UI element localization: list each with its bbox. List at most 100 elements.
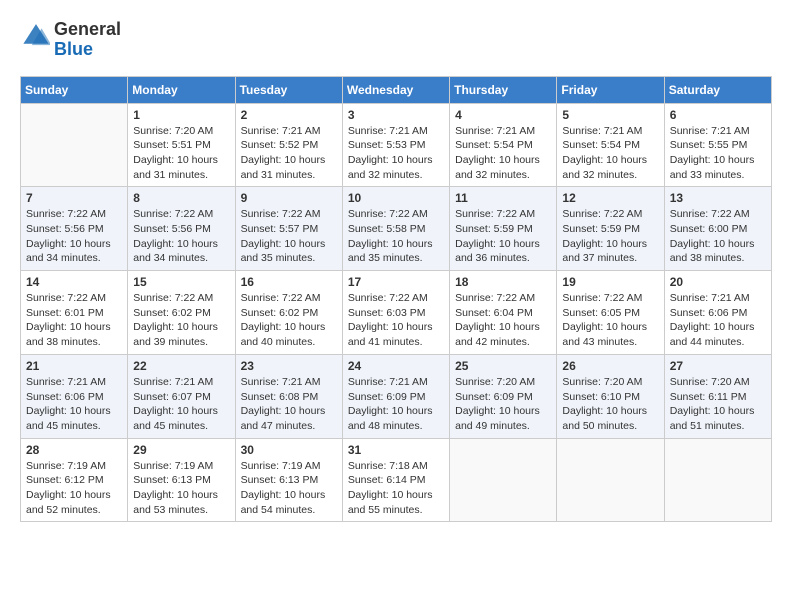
day-info: Sunrise: 7:22 AMSunset: 6:01 PMDaylight:… <box>26 291 122 350</box>
col-header-saturday: Saturday <box>664 76 771 103</box>
calendar-cell: 21 Sunrise: 7:21 AMSunset: 6:06 PMDayligh… <box>21 354 128 438</box>
day-number: 18 <box>455 275 551 289</box>
col-header-wednesday: Wednesday <box>342 76 449 103</box>
logo: General Blue <box>20 20 121 60</box>
day-info: Sunrise: 7:22 AMSunset: 5:57 PMDaylight:… <box>241 207 337 266</box>
day-info: Sunrise: 7:22 AMSunset: 6:04 PMDaylight:… <box>455 291 551 350</box>
calendar-cell: 24 Sunrise: 7:21 AMSunset: 6:09 PMDayligh… <box>342 354 449 438</box>
calendar-cell: 8 Sunrise: 7:22 AMSunset: 5:56 PMDaylight… <box>128 187 235 271</box>
calendar-cell: 28 Sunrise: 7:19 AMSunset: 6:12 PMDayligh… <box>21 438 128 522</box>
day-info: Sunrise: 7:21 AMSunset: 6:06 PMDaylight:… <box>26 375 122 434</box>
day-info: Sunrise: 7:21 AMSunset: 5:55 PMDaylight:… <box>670 124 766 183</box>
day-number: 15 <box>133 275 229 289</box>
day-number: 10 <box>348 191 444 205</box>
day-number: 20 <box>670 275 766 289</box>
calendar-cell: 5 Sunrise: 7:21 AMSunset: 5:54 PMDaylight… <box>557 103 664 187</box>
day-info: Sunrise: 7:22 AMSunset: 5:56 PMDaylight:… <box>133 207 229 266</box>
day-number: 26 <box>562 359 658 373</box>
day-number: 23 <box>241 359 337 373</box>
day-number: 17 <box>348 275 444 289</box>
day-number: 8 <box>133 191 229 205</box>
day-number: 2 <box>241 108 337 122</box>
day-number: 11 <box>455 191 551 205</box>
day-number: 13 <box>670 191 766 205</box>
day-info: Sunrise: 7:19 AMSunset: 6:12 PMDaylight:… <box>26 459 122 518</box>
calendar-cell: 4 Sunrise: 7:21 AMSunset: 5:54 PMDaylight… <box>450 103 557 187</box>
calendar-cell: 31 Sunrise: 7:18 AMSunset: 6:14 PMDayligh… <box>342 438 449 522</box>
calendar-cell <box>664 438 771 522</box>
calendar-cell: 17 Sunrise: 7:22 AMSunset: 6:03 PMDayligh… <box>342 271 449 355</box>
col-header-thursday: Thursday <box>450 76 557 103</box>
day-info: Sunrise: 7:21 AMSunset: 5:52 PMDaylight:… <box>241 124 337 183</box>
calendar-cell: 22 Sunrise: 7:21 AMSunset: 6:07 PMDayligh… <box>128 354 235 438</box>
calendar-cell: 10 Sunrise: 7:22 AMSunset: 5:58 PMDayligh… <box>342 187 449 271</box>
col-header-monday: Monday <box>128 76 235 103</box>
calendar-cell: 7 Sunrise: 7:22 AMSunset: 5:56 PMDaylight… <box>21 187 128 271</box>
calendar-cell: 18 Sunrise: 7:22 AMSunset: 6:04 PMDayligh… <box>450 271 557 355</box>
day-number: 31 <box>348 443 444 457</box>
day-number: 3 <box>348 108 444 122</box>
day-info: Sunrise: 7:21 AMSunset: 5:54 PMDaylight:… <box>455 124 551 183</box>
col-header-sunday: Sunday <box>21 76 128 103</box>
calendar-cell: 27 Sunrise: 7:20 AMSunset: 6:11 PMDayligh… <box>664 354 771 438</box>
day-info: Sunrise: 7:22 AMSunset: 5:59 PMDaylight:… <box>455 207 551 266</box>
calendar-cell: 20Sunrise: 7:21 AMSunset: 6:06 PMDayligh… <box>664 271 771 355</box>
day-number: 30 <box>241 443 337 457</box>
calendar-cell: 30 Sunrise: 7:19 AMSunset: 6:13 PMDayligh… <box>235 438 342 522</box>
day-number: 22 <box>133 359 229 373</box>
day-info: Sunrise: 7:20 AMSunset: 6:10 PMDaylight:… <box>562 375 658 434</box>
day-number: 9 <box>241 191 337 205</box>
calendar-cell: 2 Sunrise: 7:21 AMSunset: 5:52 PMDaylight… <box>235 103 342 187</box>
day-number: 4 <box>455 108 551 122</box>
calendar-cell: 12 Sunrise: 7:22 AMSunset: 5:59 PMDayligh… <box>557 187 664 271</box>
calendar-cell: 14Sunrise: 7:22 AMSunset: 6:01 PMDayligh… <box>21 271 128 355</box>
day-number: 25 <box>455 359 551 373</box>
day-info: Sunrise: 7:20 AMSunset: 6:09 PMDaylight:… <box>455 375 551 434</box>
day-info: Sunrise: 7:22 AMSunset: 6:00 PMDaylight:… <box>670 207 766 266</box>
calendar-cell: 25 Sunrise: 7:20 AMSunset: 6:09 PMDayligh… <box>450 354 557 438</box>
calendar-cell: 26 Sunrise: 7:20 AMSunset: 6:10 PMDayligh… <box>557 354 664 438</box>
page-header: General Blue <box>20 20 772 60</box>
day-number: 28 <box>26 443 122 457</box>
day-info: Sunrise: 7:21 AMSunset: 6:09 PMDaylight:… <box>348 375 444 434</box>
day-number: 16 <box>241 275 337 289</box>
day-info: Sunrise: 7:22 AMSunset: 6:05 PMDaylight:… <box>562 291 658 350</box>
day-info: Sunrise: 7:22 AMSunset: 6:03 PMDaylight:… <box>348 291 444 350</box>
day-number: 27 <box>670 359 766 373</box>
day-info: Sunrise: 7:19 AMSunset: 6:13 PMDaylight:… <box>133 459 229 518</box>
calendar-cell: 3Sunrise: 7:21 AMSunset: 5:53 PMDaylight… <box>342 103 449 187</box>
calendar-cell: 16 Sunrise: 7:22 AMSunset: 6:02 PMDayligh… <box>235 271 342 355</box>
calendar-cell: 1 Sunrise: 7:20 AMSunset: 5:51 PMDaylight… <box>128 103 235 187</box>
calendar-cell: 6Sunrise: 7:21 AMSunset: 5:55 PMDaylight… <box>664 103 771 187</box>
day-number: 19 <box>562 275 658 289</box>
calendar-cell <box>450 438 557 522</box>
day-info: Sunrise: 7:21 AMSunset: 5:54 PMDaylight:… <box>562 124 658 183</box>
day-info: Sunrise: 7:22 AMSunset: 6:02 PMDaylight:… <box>133 291 229 350</box>
day-number: 7 <box>26 191 122 205</box>
day-number: 1 <box>133 108 229 122</box>
day-info: Sunrise: 7:18 AMSunset: 6:14 PMDaylight:… <box>348 459 444 518</box>
logo-general: General <box>54 20 121 40</box>
col-header-friday: Friday <box>557 76 664 103</box>
day-info: Sunrise: 7:21 AMSunset: 6:07 PMDaylight:… <box>133 375 229 434</box>
day-number: 21 <box>26 359 122 373</box>
day-info: Sunrise: 7:21 AMSunset: 6:08 PMDaylight:… <box>241 375 337 434</box>
calendar-cell: 9 Sunrise: 7:22 AMSunset: 5:57 PMDaylight… <box>235 187 342 271</box>
day-info: Sunrise: 7:22 AMSunset: 5:59 PMDaylight:… <box>562 207 658 266</box>
calendar-cell: 11 Sunrise: 7:22 AMSunset: 5:59 PMDayligh… <box>450 187 557 271</box>
calendar-cell <box>557 438 664 522</box>
day-info: Sunrise: 7:22 AMSunset: 5:58 PMDaylight:… <box>348 207 444 266</box>
calendar-cell: 13 Sunrise: 7:22 AMSunset: 6:00 PMDayligh… <box>664 187 771 271</box>
day-number: 29 <box>133 443 229 457</box>
day-info: Sunrise: 7:22 AMSunset: 6:02 PMDaylight:… <box>241 291 337 350</box>
day-info: Sunrise: 7:20 AMSunset: 6:11 PMDaylight:… <box>670 375 766 434</box>
day-number: 12 <box>562 191 658 205</box>
day-number: 5 <box>562 108 658 122</box>
day-info: Sunrise: 7:20 AMSunset: 5:51 PMDaylight:… <box>133 124 229 183</box>
day-info: Sunrise: 7:22 AMSunset: 5:56 PMDaylight:… <box>26 207 122 266</box>
calendar-cell: 19 Sunrise: 7:22 AMSunset: 6:05 PMDayligh… <box>557 271 664 355</box>
day-info: Sunrise: 7:19 AMSunset: 6:13 PMDaylight:… <box>241 459 337 518</box>
day-number: 24 <box>348 359 444 373</box>
logo-blue: Blue <box>54 40 121 60</box>
calendar-cell: 15 Sunrise: 7:22 AMSunset: 6:02 PMDayligh… <box>128 271 235 355</box>
